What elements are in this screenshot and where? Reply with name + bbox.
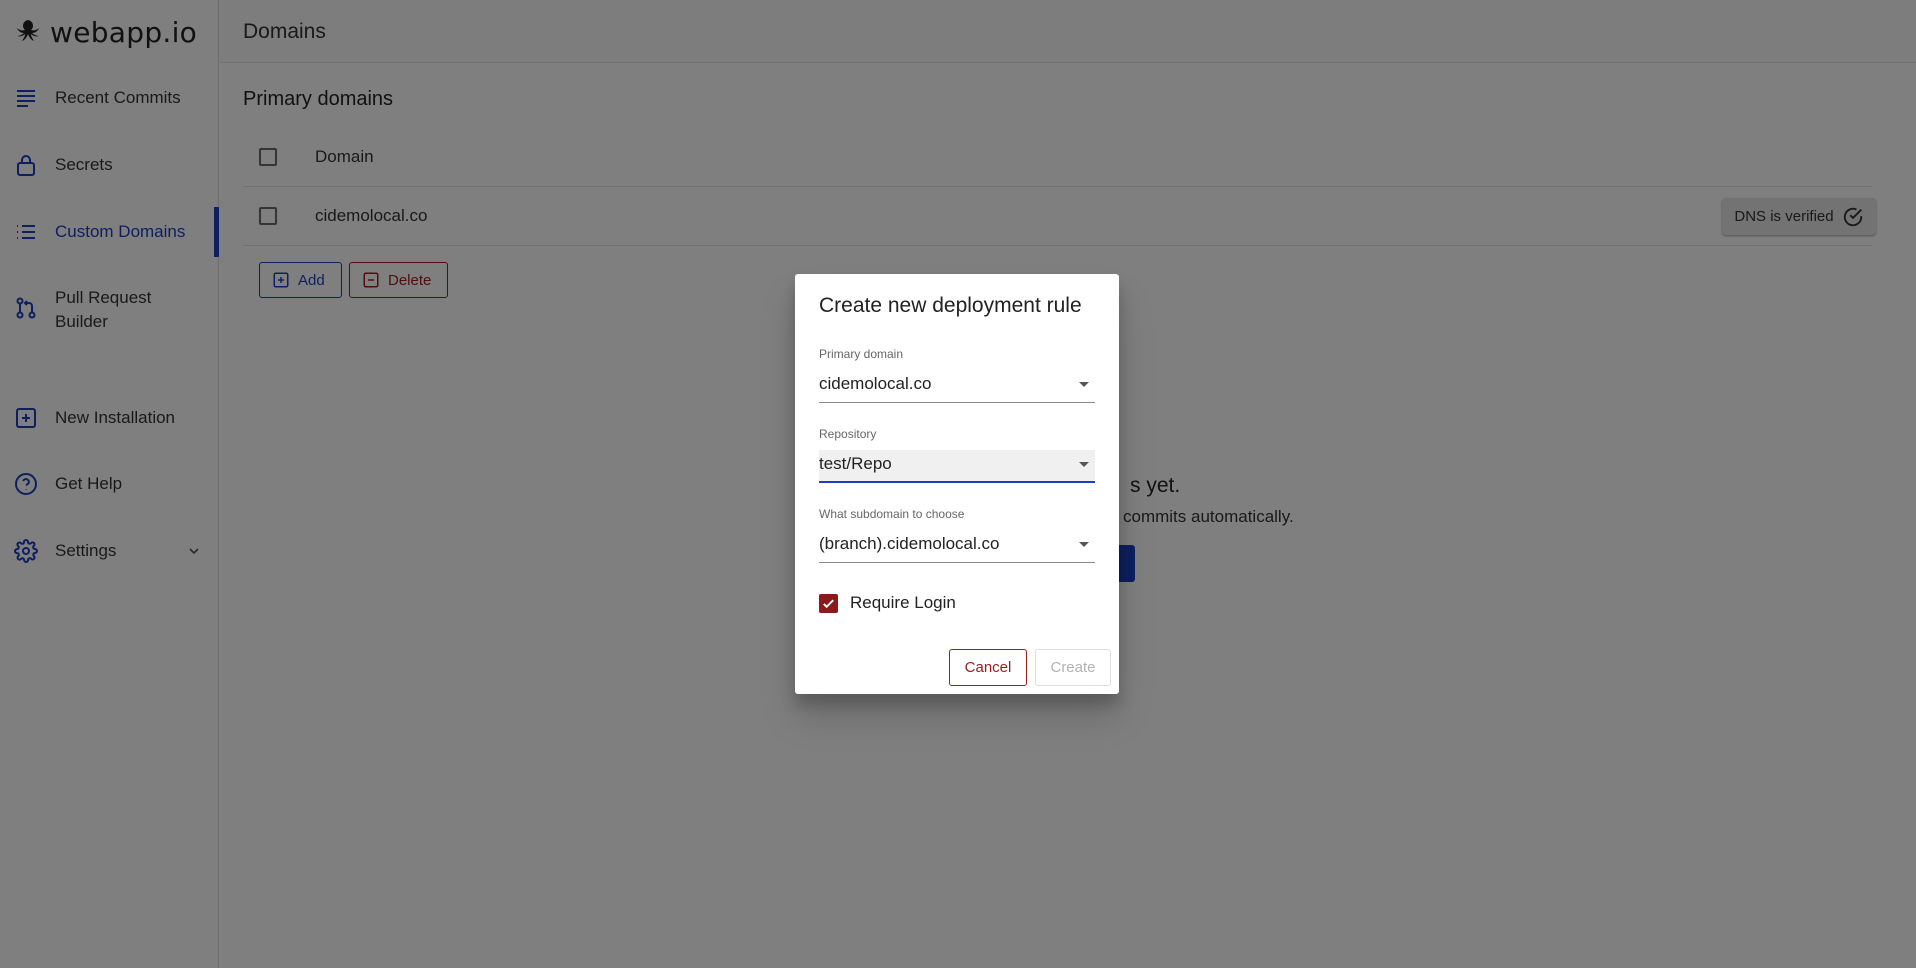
field-label: Repository — [819, 427, 877, 441]
dialog-title: Create new deployment rule — [819, 294, 1082, 317]
select-value: cidemolocal.co — [819, 374, 932, 393]
checkmark-icon — [823, 599, 834, 608]
select-value: test/Repo — [819, 454, 892, 473]
cancel-button[interactable]: Cancel — [949, 649, 1027, 686]
field-label: What subdomain to choose — [819, 507, 965, 521]
dropdown-caret-icon — [1079, 542, 1089, 547]
select-value: (branch).cidemolocal.co — [819, 534, 1000, 553]
dropdown-caret-icon — [1079, 462, 1089, 467]
create-button[interactable]: Create — [1035, 649, 1111, 686]
dropdown-caret-icon — [1079, 382, 1089, 387]
subdomain-field: What subdomain to choose (branch).cidemo… — [819, 506, 1095, 563]
primary-domain-field: Primary domain cidemolocal.co — [819, 346, 1095, 403]
app-root: webapp.io Recent Commits Secrets Custom … — [0, 0, 1916, 968]
require-login-label: Require Login — [850, 593, 956, 612]
subdomain-select[interactable]: (branch).cidemolocal.co — [819, 530, 1095, 563]
create-deployment-rule-dialog: Create new deployment rule Primary domai… — [795, 274, 1119, 694]
repository-field: Repository test/Repo — [819, 426, 1095, 483]
require-login-row: Require Login — [819, 593, 956, 613]
primary-domain-select[interactable]: cidemolocal.co — [819, 370, 1095, 403]
field-label: Primary domain — [819, 347, 904, 361]
require-login-checkbox[interactable] — [819, 593, 838, 613]
repository-select[interactable]: test/Repo — [819, 450, 1095, 483]
